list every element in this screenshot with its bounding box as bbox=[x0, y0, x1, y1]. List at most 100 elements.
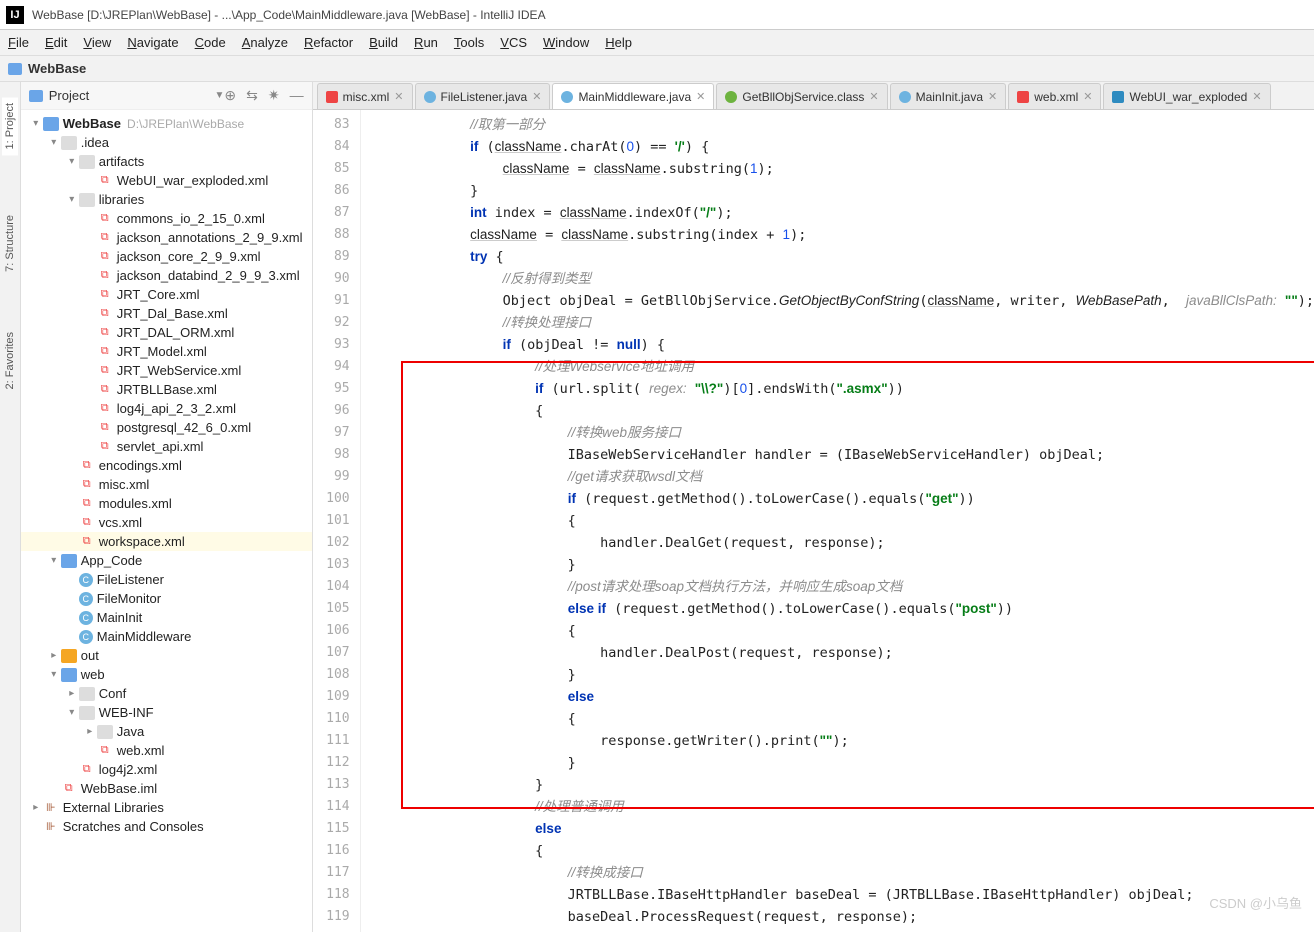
tree-row[interactable]: ▸⊪External Libraries bbox=[21, 798, 312, 817]
expand-icon[interactable]: ▸ bbox=[65, 688, 79, 699]
editor-tab[interactable]: WebUI_war_exploded✕ bbox=[1103, 83, 1270, 109]
editor-tab[interactable]: web.xml✕ bbox=[1008, 83, 1101, 109]
expand-icon[interactable]: ▾ bbox=[47, 137, 61, 148]
close-icon[interactable]: ✕ bbox=[394, 90, 403, 103]
tab-label: MainInit.java bbox=[916, 90, 983, 104]
tree-label: App_Code bbox=[81, 553, 142, 568]
tree-row[interactable]: ⧉encodings.xml bbox=[21, 456, 312, 475]
tree-row[interactable]: ⧉log4j2.xml bbox=[21, 760, 312, 779]
tree-row[interactable]: ⧉JRTBLLBase.xml bbox=[21, 380, 312, 399]
editor-tab[interactable]: FileListener.java✕ bbox=[415, 83, 551, 109]
tree-row[interactable]: CMainInit bbox=[21, 608, 312, 627]
tree-row[interactable]: ▾ App_Code bbox=[21, 551, 312, 570]
code-editor[interactable]: 83 84 85 86 87 88 89 90 91 92 93 94 95 9… bbox=[313, 110, 1314, 932]
expand-icon[interactable]: ▸ bbox=[83, 726, 97, 737]
expand-icon[interactable]: ▾ bbox=[65, 194, 79, 205]
line-gutter: 83 84 85 86 87 88 89 90 91 92 93 94 95 9… bbox=[313, 110, 361, 932]
tree-row[interactable]: CFileMonitor bbox=[21, 589, 312, 608]
xml-file-icon: ⧉ bbox=[97, 326, 113, 340]
tree-row[interactable]: ⧉WebBase.iml bbox=[21, 779, 312, 798]
editor-tab[interactable]: MainMiddleware.java✕ bbox=[552, 83, 714, 109]
expand-icon[interactable]: ▾ bbox=[65, 156, 79, 167]
tree-row[interactable]: ▸out bbox=[21, 646, 312, 665]
close-icon[interactable]: ✕ bbox=[869, 90, 878, 103]
tree-row[interactable]: ⧉WebUI_war_exploded.xml bbox=[21, 171, 312, 190]
expand-icon[interactable]: ▾ bbox=[29, 118, 43, 129]
tree-path: D:\JREPlan\WebBase bbox=[127, 117, 244, 131]
project-name[interactable]: WebBase bbox=[28, 61, 86, 76]
project-tree[interactable]: ▾WebBaseD:\JREPlan\WebBase▾.idea▾artifac… bbox=[21, 110, 312, 932]
menu-help[interactable]: Help bbox=[605, 35, 632, 50]
menu-refactor[interactable]: Refactor bbox=[304, 35, 353, 50]
tree-row[interactable]: ⧉JRT_Dal_Base.xml bbox=[21, 304, 312, 323]
menu-edit[interactable]: Edit bbox=[45, 35, 67, 50]
xml-file-icon: ⧉ bbox=[97, 231, 113, 245]
rail-tab[interactable]: 1: Project bbox=[2, 97, 18, 155]
editor-tab[interactable]: GetBllObjService.class✕ bbox=[716, 83, 887, 109]
tree-row[interactable]: ⊪Scratches and Consoles bbox=[21, 817, 312, 836]
menu-run[interactable]: Run bbox=[414, 35, 438, 50]
tree-row[interactable]: ⧉commons_io_2_15_0.xml bbox=[21, 209, 312, 228]
close-icon[interactable]: ✕ bbox=[988, 90, 997, 103]
menu-build[interactable]: Build bbox=[369, 35, 398, 50]
close-icon[interactable]: ✕ bbox=[532, 90, 541, 103]
menu-navigate[interactable]: Navigate bbox=[127, 35, 178, 50]
watermark: CSDN @小乌鱼 bbox=[1209, 893, 1302, 912]
tree-row[interactable]: ▸Java bbox=[21, 722, 312, 741]
close-icon[interactable]: ✕ bbox=[696, 90, 705, 103]
tree-row[interactable]: ▾WebBaseD:\JREPlan\WebBase bbox=[21, 114, 312, 133]
menu-analyze[interactable]: Analyze bbox=[242, 35, 288, 50]
tree-row[interactable]: ▸Conf bbox=[21, 684, 312, 703]
menu-tools[interactable]: Tools bbox=[454, 35, 484, 50]
project-panel-title[interactable]: Project bbox=[49, 88, 211, 103]
gear-icon[interactable]: ✷ bbox=[268, 87, 280, 104]
tree-row[interactable]: ▾artifacts bbox=[21, 152, 312, 171]
xml-file-icon: ⧉ bbox=[79, 478, 95, 492]
editor-tab[interactable]: misc.xml✕ bbox=[317, 83, 413, 109]
expand-icon[interactable]: ▸ bbox=[47, 650, 61, 661]
expand-icon[interactable]: ▾ bbox=[47, 669, 61, 680]
tree-row[interactable]: ⧉jackson_databind_2_9_9_3.xml bbox=[21, 266, 312, 285]
menu-code[interactable]: Code bbox=[195, 35, 226, 50]
dropdown-icon[interactable]: ▼ bbox=[215, 90, 225, 101]
tree-row[interactable]: ⧉JRT_Core.xml bbox=[21, 285, 312, 304]
tree-row[interactable]: ▾web bbox=[21, 665, 312, 684]
menu-vcs[interactable]: VCS bbox=[500, 35, 527, 50]
tree-label: External Libraries bbox=[63, 800, 164, 815]
menu-file[interactable]: File bbox=[8, 35, 29, 50]
tree-row[interactable]: ▾WEB-INF bbox=[21, 703, 312, 722]
menu-window[interactable]: Window bbox=[543, 35, 589, 50]
tree-row[interactable]: ▾libraries bbox=[21, 190, 312, 209]
code-content[interactable]: //取第一部分 if (className.charAt(0) == '/') … bbox=[361, 110, 1314, 932]
xml-file-icon: ⧉ bbox=[97, 364, 113, 378]
target-icon[interactable]: ⊕ bbox=[224, 87, 236, 104]
expand-icon[interactable]: ▾ bbox=[65, 707, 79, 718]
rail-tab[interactable]: 2: Favorites bbox=[4, 332, 16, 389]
tree-row[interactable]: ⧉web.xml bbox=[21, 741, 312, 760]
close-icon[interactable]: ✕ bbox=[1252, 90, 1261, 103]
tree-row[interactable]: ⧉jackson_annotations_2_9_9.xml bbox=[21, 228, 312, 247]
tree-row[interactable]: ⧉JRT_WebService.xml bbox=[21, 361, 312, 380]
tree-row[interactable]: ⧉servlet_api.xml bbox=[21, 437, 312, 456]
project-panel-header: Project ▼ ⊕ ⇆ ✷ — bbox=[21, 82, 312, 110]
tree-row[interactable]: CFileListener bbox=[21, 570, 312, 589]
rail-tab[interactable]: 7: Structure bbox=[4, 215, 16, 272]
tree-row[interactable]: ⧉log4j_api_2_3_2.xml bbox=[21, 399, 312, 418]
editor-tab[interactable]: MainInit.java ✕ bbox=[890, 83, 1007, 109]
tree-row[interactable]: CMainMiddleware bbox=[21, 627, 312, 646]
tree-row[interactable]: ⧉postgresql_42_6_0.xml bbox=[21, 418, 312, 437]
collapse-icon[interactable]: ⇆ bbox=[246, 87, 258, 104]
tree-row[interactable]: ⧉JRT_DAL_ORM.xml bbox=[21, 323, 312, 342]
tree-row[interactable]: ⧉jackson_core_2_9_9.xml bbox=[21, 247, 312, 266]
hide-icon[interactable]: — bbox=[290, 87, 304, 104]
expand-icon[interactable]: ▸ bbox=[29, 802, 43, 813]
tree-row[interactable]: ⧉vcs.xml bbox=[21, 513, 312, 532]
tree-row[interactable]: ⧉workspace.xml bbox=[21, 532, 312, 551]
menu-view[interactable]: View bbox=[83, 35, 111, 50]
tree-row[interactable]: ▾.idea bbox=[21, 133, 312, 152]
tree-row[interactable]: ⧉modules.xml bbox=[21, 494, 312, 513]
expand-icon[interactable]: ▾ bbox=[47, 555, 61, 566]
tree-row[interactable]: ⧉JRT_Model.xml bbox=[21, 342, 312, 361]
close-icon[interactable]: ✕ bbox=[1083, 90, 1092, 103]
tree-row[interactable]: ⧉misc.xml bbox=[21, 475, 312, 494]
